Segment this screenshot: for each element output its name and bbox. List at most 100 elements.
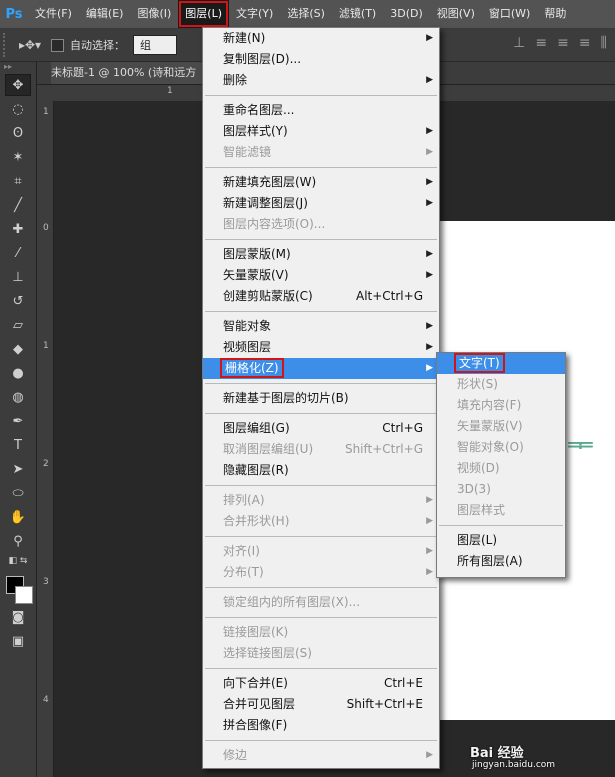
layer-menu-item-22[interactable]: 图层编组(G) Ctrl+G [203, 418, 439, 439]
crop-tool-icon[interactable]: ⌗ [5, 170, 31, 192]
layer-menu-item-37[interactable]: 向下合并(E) Ctrl+E [203, 673, 439, 694]
history-brush-tool-icon[interactable]: ↺ [5, 290, 31, 312]
layer-menu-item-1[interactable]: 复制图层(D)... [203, 49, 439, 70]
layer-menu-item-20[interactable]: 新建基于图层的切片(B) [203, 388, 439, 409]
ruler-label: 1 [167, 86, 173, 96]
menu-9[interactable]: 窗口(W) [482, 0, 537, 28]
submenu-arrow-icon: ▶ [426, 75, 433, 85]
shortcut-label: Ctrl+G [382, 421, 423, 435]
menu-10[interactable]: 帮助 [537, 0, 573, 28]
baidu-jingyan-watermark: Bai 经验 [470, 746, 524, 761]
brush-tool-icon[interactable]: ⁄ [5, 242, 31, 264]
quick-mask-icon[interactable]: ◙ [5, 606, 31, 628]
layer-menu-item-9[interactable]: 新建调整图层(J) ▶ [203, 193, 439, 214]
layer-menu-item-2[interactable]: 删除 ▶ [203, 70, 439, 91]
eyedropper-tool-icon[interactable]: ╱ [5, 194, 31, 216]
rasterize-item-0[interactable]: 文字(T) [437, 353, 565, 374]
blur-tool-icon[interactable]: ● [5, 362, 31, 384]
lasso-tool-icon[interactable]: ʘ [5, 122, 31, 144]
rasterize-item-10[interactable]: 所有图层(A) [437, 551, 565, 572]
menu-5[interactable]: 选择(S) [280, 0, 332, 28]
layer-menu-item-14[interactable]: 创建剪贴蒙版(C) Alt+Ctrl+G [203, 286, 439, 307]
magic-wand-tool-icon[interactable]: ✶ [5, 146, 31, 168]
auto-select-target-dropdown[interactable]: 组 [133, 35, 177, 55]
layer-menu-item-38[interactable]: 合并可见图层 Shift+Ctrl+E [203, 694, 439, 715]
layer-menu-item-16[interactable]: 智能对象 ▶ [203, 316, 439, 337]
clone-stamp-tool-icon[interactable]: ⊥ [5, 266, 31, 288]
rasterize-item-label: 形状(S) [457, 377, 498, 391]
layer-menu-item-5[interactable]: 图层样式(Y) ▶ [203, 121, 439, 142]
menu-0[interactable]: 文件(F) [28, 0, 79, 28]
marquee-tool-icon[interactable]: ◌ [5, 98, 31, 120]
rasterize-item-2: 填充内容(F) [437, 395, 565, 416]
layer-menu-item-8[interactable]: 新建填充图层(W) ▶ [203, 172, 439, 193]
screen-mode-icon[interactable]: ▣ [5, 630, 31, 652]
submenu-arrow-icon: ▶ [426, 33, 433, 43]
menu-1[interactable]: 编辑(E) [79, 0, 131, 28]
default-colors-icon[interactable]: ◧ ⇆ [5, 554, 31, 568]
menu-3[interactable]: 图层(L) [178, 0, 230, 28]
layer-menu-item-label: 智能对象 [223, 319, 272, 333]
type-tool-icon[interactable]: T [5, 434, 31, 456]
layer-menu-item-label: 排列(A) [223, 493, 265, 507]
pen-tool-icon[interactable]: ✒ [5, 410, 31, 432]
layer-menu-item-39[interactable]: 拼合图像(F) [203, 715, 439, 736]
canvas-text-fragment: ᆍ [566, 429, 594, 464]
align-top-icon[interactable]: ⊥ [513, 35, 525, 51]
path-selection-tool-icon[interactable]: ➤ [5, 458, 31, 480]
move-tool-icon[interactable]: ✥ [5, 74, 31, 96]
tools-collapse-icon[interactable]: ▸▸ [0, 62, 36, 72]
dodge-tool-icon[interactable]: ◍ [5, 386, 31, 408]
submenu-arrow-icon: ▶ [426, 567, 433, 577]
layer-menu-item-label: 新建(N) [223, 31, 266, 45]
rasterize-item-4: 智能对象(O) [437, 437, 565, 458]
menu-4[interactable]: 文字(Y) [229, 0, 280, 28]
healing-brush-tool-icon[interactable]: ✚ [5, 218, 31, 240]
layer-menu-item-13[interactable]: 矢量蒙版(V) ▶ [203, 265, 439, 286]
layer-menu-item-4[interactable]: 重命名图层... [203, 100, 439, 121]
rasterize-item-9[interactable]: 图层(L) [437, 530, 565, 551]
ruler-label: 1 [43, 107, 49, 117]
layer-menu-item-23: 取消图层编组(U) Shift+Ctrl+G [203, 439, 439, 460]
document-tab[interactable]: 未标题-1 @ 100% (诗和远方 [51, 62, 207, 84]
paint-bucket-tool-icon[interactable]: ◆ [5, 338, 31, 360]
layer-menu-item-17[interactable]: 视频图层 ▶ [203, 337, 439, 358]
layer-menu-item-12[interactable]: 图层蒙版(M) ▶ [203, 244, 439, 265]
menu-6[interactable]: 滤镜(T) [332, 0, 383, 28]
menu-separator [205, 383, 437, 384]
layer-menu-item-0[interactable]: 新建(N) ▶ [203, 28, 439, 49]
menu-separator [205, 587, 437, 588]
hand-tool-icon[interactable]: ✋ [5, 506, 31, 528]
layer-menu-item-24[interactable]: 隐藏图层(R) [203, 460, 439, 481]
shortcut-label: Shift+Ctrl+E [346, 697, 423, 711]
distribute-left-icon[interactable]: ⫼ [601, 35, 607, 51]
layer-menu-item-label: 链接图层(K) [223, 625, 289, 639]
ruler-label: 2 [43, 459, 49, 469]
layer-menu-item-label: 图层样式(Y) [223, 124, 288, 138]
submenu-arrow-icon: ▶ [426, 342, 433, 352]
layer-menu-item-label: 矢量蒙版(V) [223, 268, 289, 282]
distribute-bottom-icon[interactable]: ≡ [579, 35, 591, 51]
rasterize-item-label: 视频(D) [457, 461, 500, 475]
menu-separator [205, 413, 437, 414]
menu-8[interactable]: 视图(V) [430, 0, 482, 28]
menu-7[interactable]: 3D(D) [383, 0, 430, 28]
zoom-tool-icon[interactable]: ⚲ [5, 530, 31, 552]
move-tool-preset-icon[interactable]: ▸✥▾ [13, 38, 47, 52]
auto-select-checkbox[interactable] [51, 38, 64, 52]
distribute-vcenter-icon[interactable]: ≡ [557, 35, 569, 51]
layer-menu-item-label: 选择链接图层(S) [223, 646, 312, 660]
menu-2[interactable]: 图像(I) [130, 0, 178, 28]
layer-menu-item-18[interactable]: 栅格化(Z) ▶ [203, 358, 439, 379]
options-bar-grip[interactable] [3, 33, 13, 57]
rasterize-item-1: 形状(S) [437, 374, 565, 395]
rasterize-item-label: 图层样式 [457, 503, 506, 517]
layer-menu-item-label: 复制图层(D)... [223, 52, 302, 66]
background-color-swatch[interactable] [15, 586, 33, 604]
eraser-tool-icon[interactable]: ▱ [5, 314, 31, 336]
layer-menu-item-32: 锁定组内的所有图层(X)... [203, 592, 439, 613]
distribute-top-icon[interactable]: ≡ [535, 35, 547, 51]
layer-menu-item-label: 删除 [223, 73, 248, 87]
layer-menu-item-35: 选择链接图层(S) [203, 643, 439, 664]
ellipse-tool-icon[interactable]: ⬭ [5, 482, 31, 504]
